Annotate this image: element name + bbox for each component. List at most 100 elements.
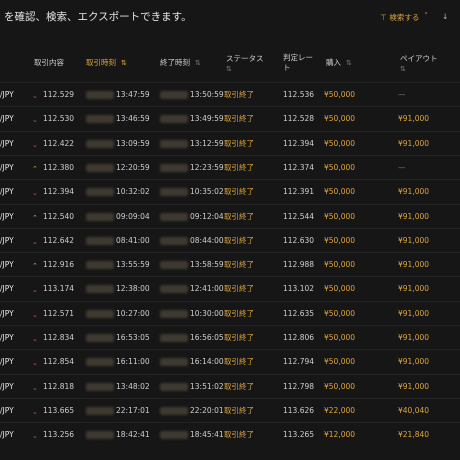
header-judge-rate[interactable]: 判定レート [283, 53, 313, 73]
judge-rate: 113.102 [283, 284, 315, 294]
header-content[interactable]: 取引内容 [34, 58, 64, 68]
trade-time: 13:09:59 [116, 138, 150, 148]
table-header: 取引内容 取引時刻 ⇅ 終了時刻 ⇅ ステータス ⇅ 判定レート 購入 ⇅ ペイアウト ⇅ [0, 48, 460, 82]
status-badge: 取引終了 [224, 333, 254, 342]
table-row[interactable]: /JPY ⌄ 112.529 13:47:59 13:50:59 取引終了 112.536 ¥… [0, 82, 460, 107]
trade-time: 13:55:59 [116, 260, 150, 270]
status-badge: 取引終了 [224, 381, 254, 391]
judge-rate: 112.794 [283, 357, 315, 367]
redacted-date [86, 382, 114, 391]
entry-rate: 113.174 [43, 284, 75, 294]
judge-rate: 112.806 [283, 333, 315, 342]
payout-amount: ¥91,000 [398, 381, 430, 391]
purchase-amount: ¥50,000 [324, 381, 356, 391]
redacted-date [86, 431, 114, 440]
sort-icon: ⇅ [226, 65, 232, 73]
table-row[interactable]: /JPY ⌄ 112.530 13:46:59 13:49:59 取引終了 112.528 ¥… [0, 106, 460, 131]
table-row[interactable]: /JPY ⌄ 112.818 13:48:02 13:51:02 取引終了 112.798 ¥… [0, 373, 460, 399]
entry-rate: 112.571 [43, 308, 75, 318]
purchase-amount: ¥50,000 [324, 138, 356, 148]
judge-rate: 112.635 [283, 308, 315, 318]
table-row[interactable]: /JPY ⌄ 112.422 13:09:59 13:12:59 取引終了 112.394 ¥… [0, 130, 460, 156]
trade-time: 22:17:01 [116, 405, 150, 415]
chevron-down-icon: ⌄ [32, 237, 38, 246]
trade-time: 16:11:00 [116, 357, 150, 367]
page-description: を確認、検索、エクスポートできます。 [4, 11, 192, 23]
purchase-amount: ¥22,000 [324, 405, 356, 415]
status-badge: 取引終了 [224, 430, 254, 440]
end-time: 10:35:02 [190, 187, 224, 197]
table-row[interactable]: /JPY ⌃ 112.540 09:09:04 09:12:04 取引終了 112.544 ¥… [0, 203, 460, 229]
entry-rate: 112.818 [43, 381, 75, 391]
entry-rate: 112.916 [43, 260, 75, 270]
header-end-time[interactable]: 終了時刻 ⇅ [160, 58, 201, 68]
payout-amount: ¥91,000 [398, 235, 430, 245]
chevron-down-icon: ⌄ [32, 92, 38, 100]
end-time: 12:41:00 [190, 284, 224, 294]
redacted-date [86, 163, 114, 172]
judge-rate: 113.626 [283, 405, 315, 415]
purchase-amount: ¥50,000 [324, 211, 356, 221]
status-badge: 取引終了 [224, 357, 254, 367]
header-trade-time[interactable]: 取引時刻 ⇅ [86, 58, 127, 68]
trade-time: 13:47:59 [116, 90, 150, 99]
table-row[interactable]: /JPY ⌃ 112.916 13:55:59 13:58:59 取引終了 112.988 ¥… [0, 252, 460, 277]
table-row[interactable]: /JPY ⌄ 112.834 16:53:05 16:56:05 取引終了 112.806 ¥… [0, 325, 460, 350]
end-time: 16:56:05 [190, 333, 224, 342]
currency-pair: /JPY [0, 235, 14, 245]
end-time: 18:45:41 [190, 430, 224, 440]
redacted-date [86, 261, 114, 270]
end-time: 09:12:04 [190, 211, 224, 221]
table-row[interactable]: /JPY ⌄ 112.642 08:41:00 08:44:00 取引終了 112.630 ¥… [0, 227, 460, 253]
redacted-date [86, 188, 114, 197]
trade-time: 16:53:05 [116, 333, 150, 342]
redacted-date [160, 261, 188, 270]
redacted-date [160, 382, 188, 391]
status-badge: 取引終了 [224, 235, 254, 245]
entry-rate: 112.642 [43, 235, 75, 245]
status-badge: 取引終了 [224, 308, 254, 318]
currency-pair: /JPY [0, 114, 14, 124]
table-row[interactable]: /JPY ⌄ 113.665 22:17:01 22:20:01 取引終了 113.626 ¥… [0, 397, 460, 423]
chevron-down-icon: ˅ [424, 12, 428, 20]
table-row[interactable]: /JPY ⌄ 112.571 10:27:00 10:30:00 取引終了 112.635 ¥… [0, 300, 460, 326]
trade-time: 09:09:04 [116, 211, 150, 221]
judge-rate: 112.988 [283, 260, 315, 270]
chevron-down-icon: ⌄ [32, 335, 38, 343]
redacted-date [86, 309, 114, 318]
purchase-amount: ¥50,000 [324, 187, 356, 197]
redacted-date [86, 285, 114, 294]
status-badge: 取引終了 [224, 284, 254, 294]
payout-amount: ¥91,000 [398, 284, 430, 294]
table-row[interactable]: /JPY ⌄ 113.174 12:38:00 12:41:00 取引終了 113.102 ¥… [0, 276, 460, 301]
filter-icon: ⊤ [380, 13, 387, 22]
chevron-down-icon: ⌄ [32, 286, 38, 295]
redacted-date [160, 163, 188, 172]
end-time: 13:50:59 [190, 90, 224, 99]
table-row[interactable]: /JPY ⌄ 112.394 10:32:02 10:35:02 取引終了 112.391 ¥… [0, 179, 460, 204]
entry-rate: 113.256 [43, 430, 75, 440]
currency-pair: /JPY [0, 333, 14, 342]
payout-amount: ¥21,840 [398, 430, 430, 440]
header-status[interactable]: ステータス ⇅ [226, 54, 264, 74]
end-time: 13:12:59 [190, 138, 224, 148]
trade-time: 12:20:59 [116, 162, 150, 172]
status-badge: 取引終了 [224, 405, 254, 415]
currency-pair: /JPY [0, 90, 14, 99]
currency-pair: /JPY [0, 138, 14, 148]
judge-rate: 112.630 [283, 235, 315, 245]
download-icon[interactable]: ↓ [442, 12, 448, 21]
header-payout[interactable]: ペイアウト ⇅ [400, 54, 438, 74]
trade-time: 10:27:00 [116, 308, 150, 318]
table-row[interactable]: /JPY ⌄ 112.854 16:11:00 16:14:00 取引終了 112.794 ¥… [0, 349, 460, 374]
table-row[interactable]: /JPY ⌃ 112.380 12:20:59 12:23:59 取引終了 112.374 ¥… [0, 154, 460, 180]
purchase-amount: ¥50,000 [324, 333, 356, 342]
header-purchase[interactable]: 購入 ⇅ [326, 58, 352, 68]
redacted-date [160, 188, 188, 197]
table-row[interactable]: /JPY ⌄ 113.256 18:42:41 18:45:41 取引終了 113.265 ¥… [0, 422, 460, 447]
chevron-down-icon: ⌄ [32, 140, 38, 149]
currency-pair: /JPY [0, 187, 14, 197]
status-badge: 取引終了 [224, 211, 254, 221]
sort-icon: ⇅ [121, 59, 127, 67]
search-filter-button[interactable]: ⊤ 検索する ˅ [380, 12, 428, 23]
